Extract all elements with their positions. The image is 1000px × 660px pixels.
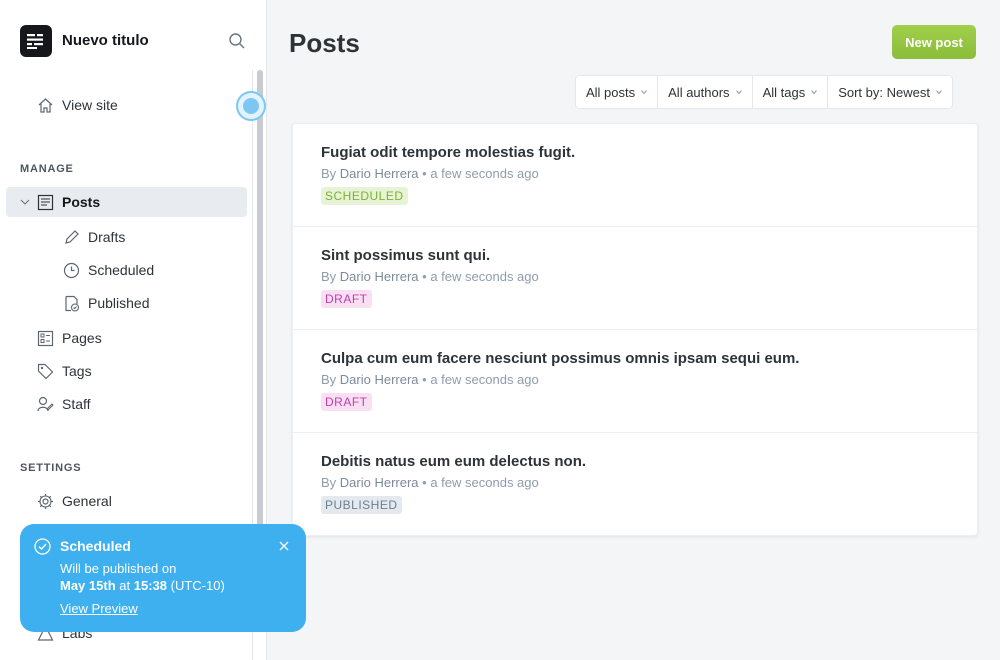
post-by: By [321, 269, 337, 284]
post-meta: By Dario Herrera • a few seconds ago [321, 475, 539, 490]
pages-icon [36, 329, 54, 347]
post-meta: By Dario Herrera • a few seconds ago [321, 166, 539, 181]
filter-label: All authors [668, 84, 730, 100]
sidebar-item-label: General [62, 493, 112, 509]
status-badge: PUBLISHED [321, 496, 402, 514]
toast-time: 15:38 [133, 578, 167, 593]
filter-type-dropdown[interactable]: All posts [576, 76, 657, 108]
filter-bar: All posts All authors All tags Sort by: … [575, 75, 953, 109]
view-preview-link[interactable]: View Preview [60, 601, 138, 616]
brand-title: Nuevo titulo [62, 32, 149, 49]
toast-timezone: (UTC-10) [170, 578, 225, 593]
page-title: Posts [289, 28, 360, 58]
toast-date: May 15th [60, 578, 116, 593]
manage-heading: MANAGE [20, 163, 74, 175]
cursor-indicator-dot [243, 98, 259, 114]
sidebar-item-view-site[interactable]: View site [36, 96, 118, 114]
sidebar-item-label: Scheduled [88, 262, 155, 278]
post-title[interactable]: Sint possimus sunt qui. [321, 247, 490, 264]
post-row[interactable]: Fugiat odit tempore molestias fugit. By … [293, 124, 977, 226]
close-icon[interactable] [276, 538, 292, 554]
post-title[interactable]: Debitis natus eum eum delectus non. [321, 453, 586, 470]
post-by: By [321, 372, 337, 387]
toast-at: at [119, 578, 131, 593]
settings-heading: SETTINGS [20, 462, 82, 474]
toast-message: Will be published on [60, 561, 177, 576]
sidebar-item-label: Drafts [88, 229, 126, 245]
sidebar-item-published[interactable]: Published [62, 294, 150, 312]
sidebar-item-label: Posts [62, 194, 101, 210]
post-title[interactable]: Fugiat odit tempore molestias fugit. [321, 144, 575, 161]
sidebar-item-staff[interactable]: Staff [36, 395, 91, 413]
post-row[interactable]: Debitis natus eum eum delectus non. By D… [293, 432, 977, 535]
posts-icon [36, 193, 54, 211]
post-meta: By Dario Herrera • a few seconds ago [321, 269, 539, 284]
sidebar-item-label: Tags [62, 363, 92, 379]
post-author: Dario Herrera [339, 475, 419, 490]
status-badge: DRAFT [321, 393, 372, 411]
new-post-button[interactable]: New post [892, 25, 976, 59]
filter-label: Sort by: Newest [838, 84, 930, 100]
sort-dropdown[interactable]: Sort by: Newest [827, 76, 952, 108]
sidebar-item-label: Pages [62, 330, 102, 346]
chevron-down-icon [641, 90, 648, 95]
post-by: By [321, 475, 337, 490]
chevron-down-icon [811, 90, 818, 95]
post-row[interactable]: Sint possimus sunt qui. By Dario Herrera… [293, 226, 977, 329]
sidebar-item-drafts[interactable]: Drafts [62, 228, 125, 246]
notification-toast: Scheduled Will be published on May 15th … [20, 524, 306, 632]
filter-label: All tags [762, 84, 806, 100]
sidebar-item-tags[interactable]: Tags [36, 362, 92, 380]
sidebar-item-pages[interactable]: Pages [36, 329, 102, 347]
check-circle-icon [34, 538, 51, 555]
filter-author-dropdown[interactable]: All authors [657, 76, 751, 108]
post-title[interactable]: Culpa cum eum facere nesciunt possimus o… [321, 350, 799, 367]
post-by: By [321, 166, 337, 181]
sidebar-item-label: Staff [62, 396, 91, 412]
post-time: • a few seconds ago [422, 166, 539, 181]
status-badge: DRAFT [321, 290, 372, 308]
post-meta: By Dario Herrera • a few seconds ago [321, 372, 539, 387]
status-badge: SCHEDULED [321, 187, 408, 205]
sidebar-scrollbar-thumb[interactable] [257, 70, 263, 530]
sidebar-item-general[interactable]: General [36, 492, 112, 510]
clock-icon [62, 261, 80, 279]
pencil-icon [62, 228, 80, 246]
post-time: • a few seconds ago [422, 372, 539, 387]
sidebar-item-label: View site [62, 97, 118, 113]
toast-title: Scheduled [60, 538, 131, 554]
chevron-down-icon [936, 90, 942, 95]
gear-icon [36, 492, 54, 510]
search-icon[interactable] [228, 32, 246, 50]
sidebar-item-scheduled[interactable]: Scheduled [62, 261, 154, 279]
post-list: Fugiat odit tempore molestias fugit. By … [292, 123, 978, 536]
chevron-down-icon[interactable] [20, 199, 32, 205]
tag-icon [36, 362, 54, 380]
post-author: Dario Herrera [339, 166, 419, 181]
sidebar-item-label: Published [88, 295, 150, 311]
brand[interactable]: Nuevo titulo [20, 24, 149, 57]
toast-schedule: May 15th at 15:38 (UTC-10) [60, 578, 225, 593]
sidebar-item-posts[interactable]: Posts [20, 193, 100, 211]
filter-tag-dropdown[interactable]: All tags [751, 76, 828, 108]
filter-label: All posts [586, 84, 636, 100]
post-author: Dario Herrera [339, 269, 419, 284]
post-time: • a few seconds ago [422, 269, 539, 284]
post-time: • a few seconds ago [422, 475, 539, 490]
brand-logo-icon [20, 24, 52, 57]
post-row[interactable]: Culpa cum eum facere nesciunt possimus o… [293, 329, 977, 432]
home-icon [36, 96, 54, 114]
staff-icon [36, 395, 54, 413]
published-icon [62, 294, 80, 312]
chevron-down-icon [735, 90, 742, 95]
post-author: Dario Herrera [339, 372, 419, 387]
